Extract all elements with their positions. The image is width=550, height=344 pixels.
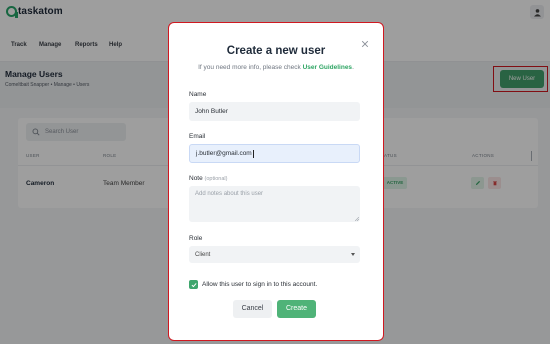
role-selected-value: Client bbox=[195, 251, 211, 258]
resize-handle-icon[interactable] bbox=[355, 217, 359, 221]
chevron-down-icon bbox=[351, 253, 355, 256]
note-label-text: Note bbox=[189, 175, 203, 182]
email-value: j.butler@gmail.com bbox=[196, 150, 252, 157]
note-textarea[interactable]: Add notes about this user bbox=[189, 186, 360, 222]
text-cursor bbox=[252, 149, 254, 158]
role-label: Role bbox=[189, 235, 203, 242]
checkmark-icon bbox=[191, 282, 197, 287]
modal-title: Create a new user bbox=[226, 45, 326, 57]
name-label: Name bbox=[189, 91, 207, 98]
name-value: John Butler bbox=[195, 108, 228, 115]
name-field[interactable]: John Butler bbox=[189, 102, 360, 121]
modal-subtitle-text: If you need more info, please check bbox=[198, 64, 303, 71]
note-label: Note (optional) bbox=[189, 175, 227, 182]
cancel-button[interactable]: Cancel bbox=[233, 300, 272, 318]
email-label: Email bbox=[189, 133, 206, 140]
role-select[interactable]: Client bbox=[189, 246, 360, 263]
modal-subtitle-end: . bbox=[352, 64, 354, 71]
allow-sign-in-label[interactable]: Allow this user to sign in to this accou… bbox=[202, 281, 317, 288]
modal-subtitle: If you need more info, please check User… bbox=[168, 64, 384, 71]
close-modal-button[interactable] bbox=[361, 35, 369, 48]
user-guidelines-link[interactable]: User Guidelines bbox=[303, 64, 353, 71]
create-button[interactable]: Create bbox=[277, 300, 316, 318]
allow-sign-in-checkbox[interactable] bbox=[189, 280, 198, 289]
note-optional-hint: (optional) bbox=[204, 176, 228, 182]
email-field[interactable]: j.butler@gmail.com bbox=[189, 144, 360, 163]
